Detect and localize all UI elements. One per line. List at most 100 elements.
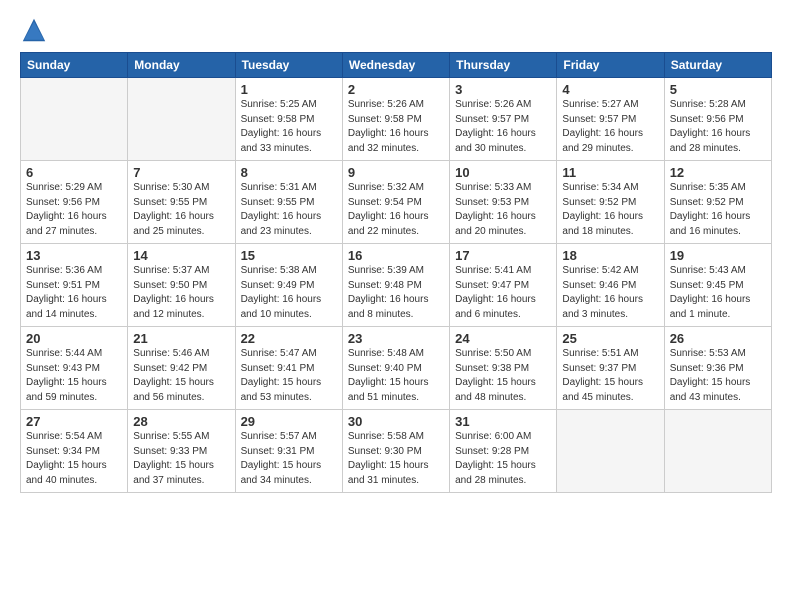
- day-info: Sunrise: 5:33 AM Sunset: 9:53 PM Dayligh…: [455, 181, 551, 239]
- calendar-cell: 8Sunrise: 5:31 AM Sunset: 9:55 PM Daylig…: [235, 161, 342, 244]
- day-number: 21: [133, 331, 229, 346]
- day-info: Sunrise: 5:29 AM Sunset: 9:56 PM Dayligh…: [26, 181, 122, 239]
- calendar-header-tuesday: Tuesday: [235, 53, 342, 78]
- calendar-table: SundayMondayTuesdayWednesdayThursdayFrid…: [20, 52, 772, 493]
- day-number: 2: [348, 82, 444, 97]
- day-info: Sunrise: 5:43 AM Sunset: 9:45 PM Dayligh…: [670, 264, 766, 322]
- calendar-cell: 26Sunrise: 5:53 AM Sunset: 9:36 PM Dayli…: [664, 327, 771, 410]
- day-info: Sunrise: 5:44 AM Sunset: 9:43 PM Dayligh…: [26, 347, 122, 405]
- calendar-cell: 19Sunrise: 5:43 AM Sunset: 9:45 PM Dayli…: [664, 244, 771, 327]
- day-number: 13: [26, 248, 122, 263]
- day-number: 17: [455, 248, 551, 263]
- calendar-week-3: 13Sunrise: 5:36 AM Sunset: 9:51 PM Dayli…: [21, 244, 772, 327]
- day-number: 12: [670, 165, 766, 180]
- day-number: 1: [241, 82, 337, 97]
- day-number: 15: [241, 248, 337, 263]
- day-info: Sunrise: 5:51 AM Sunset: 9:37 PM Dayligh…: [562, 347, 658, 405]
- day-number: 30: [348, 414, 444, 429]
- day-info: Sunrise: 5:41 AM Sunset: 9:47 PM Dayligh…: [455, 264, 551, 322]
- day-number: 10: [455, 165, 551, 180]
- calendar-week-2: 6Sunrise: 5:29 AM Sunset: 9:56 PM Daylig…: [21, 161, 772, 244]
- day-info: Sunrise: 5:57 AM Sunset: 9:31 PM Dayligh…: [241, 430, 337, 488]
- calendar-cell: 27Sunrise: 5:54 AM Sunset: 9:34 PM Dayli…: [21, 410, 128, 493]
- header: [20, 16, 772, 44]
- day-info: Sunrise: 5:38 AM Sunset: 9:49 PM Dayligh…: [241, 264, 337, 322]
- day-number: 6: [26, 165, 122, 180]
- day-info: Sunrise: 5:27 AM Sunset: 9:57 PM Dayligh…: [562, 98, 658, 156]
- calendar-cell: [664, 410, 771, 493]
- calendar-cell: 28Sunrise: 5:55 AM Sunset: 9:33 PM Dayli…: [128, 410, 235, 493]
- calendar-cell: 14Sunrise: 5:37 AM Sunset: 9:50 PM Dayli…: [128, 244, 235, 327]
- day-info: Sunrise: 5:53 AM Sunset: 9:36 PM Dayligh…: [670, 347, 766, 405]
- day-info: Sunrise: 5:34 AM Sunset: 9:52 PM Dayligh…: [562, 181, 658, 239]
- logo-icon: [20, 16, 48, 44]
- calendar-cell: [128, 78, 235, 161]
- calendar-cell: 16Sunrise: 5:39 AM Sunset: 9:48 PM Dayli…: [342, 244, 449, 327]
- day-number: 19: [670, 248, 766, 263]
- calendar-header-thursday: Thursday: [450, 53, 557, 78]
- calendar-cell: 20Sunrise: 5:44 AM Sunset: 9:43 PM Dayli…: [21, 327, 128, 410]
- day-info: Sunrise: 6:00 AM Sunset: 9:28 PM Dayligh…: [455, 430, 551, 488]
- calendar-cell: 2Sunrise: 5:26 AM Sunset: 9:58 PM Daylig…: [342, 78, 449, 161]
- day-info: Sunrise: 5:35 AM Sunset: 9:52 PM Dayligh…: [670, 181, 766, 239]
- calendar-header-sunday: Sunday: [21, 53, 128, 78]
- calendar-week-1: 1Sunrise: 5:25 AM Sunset: 9:58 PM Daylig…: [21, 78, 772, 161]
- day-number: 11: [562, 165, 658, 180]
- day-number: 24: [455, 331, 551, 346]
- calendar-cell: 18Sunrise: 5:42 AM Sunset: 9:46 PM Dayli…: [557, 244, 664, 327]
- calendar-cell: 23Sunrise: 5:48 AM Sunset: 9:40 PM Dayli…: [342, 327, 449, 410]
- day-number: 5: [670, 82, 766, 97]
- day-info: Sunrise: 5:58 AM Sunset: 9:30 PM Dayligh…: [348, 430, 444, 488]
- calendar-cell: 24Sunrise: 5:50 AM Sunset: 9:38 PM Dayli…: [450, 327, 557, 410]
- day-info: Sunrise: 5:50 AM Sunset: 9:38 PM Dayligh…: [455, 347, 551, 405]
- calendar-cell: 25Sunrise: 5:51 AM Sunset: 9:37 PM Dayli…: [557, 327, 664, 410]
- calendar-header-saturday: Saturday: [664, 53, 771, 78]
- day-info: Sunrise: 5:42 AM Sunset: 9:46 PM Dayligh…: [562, 264, 658, 322]
- calendar-cell: 22Sunrise: 5:47 AM Sunset: 9:41 PM Dayli…: [235, 327, 342, 410]
- calendar-header-row: SundayMondayTuesdayWednesdayThursdayFrid…: [21, 53, 772, 78]
- day-number: 8: [241, 165, 337, 180]
- day-number: 22: [241, 331, 337, 346]
- calendar-cell: 4Sunrise: 5:27 AM Sunset: 9:57 PM Daylig…: [557, 78, 664, 161]
- calendar-cell: 5Sunrise: 5:28 AM Sunset: 9:56 PM Daylig…: [664, 78, 771, 161]
- day-info: Sunrise: 5:46 AM Sunset: 9:42 PM Dayligh…: [133, 347, 229, 405]
- day-info: Sunrise: 5:32 AM Sunset: 9:54 PM Dayligh…: [348, 181, 444, 239]
- day-number: 23: [348, 331, 444, 346]
- calendar-cell: [557, 410, 664, 493]
- day-number: 9: [348, 165, 444, 180]
- day-info: Sunrise: 5:36 AM Sunset: 9:51 PM Dayligh…: [26, 264, 122, 322]
- calendar-cell: 11Sunrise: 5:34 AM Sunset: 9:52 PM Dayli…: [557, 161, 664, 244]
- calendar-cell: 13Sunrise: 5:36 AM Sunset: 9:51 PM Dayli…: [21, 244, 128, 327]
- day-info: Sunrise: 5:39 AM Sunset: 9:48 PM Dayligh…: [348, 264, 444, 322]
- day-info: Sunrise: 5:28 AM Sunset: 9:56 PM Dayligh…: [670, 98, 766, 156]
- calendar-cell: 3Sunrise: 5:26 AM Sunset: 9:57 PM Daylig…: [450, 78, 557, 161]
- day-info: Sunrise: 5:26 AM Sunset: 9:58 PM Dayligh…: [348, 98, 444, 156]
- day-number: 16: [348, 248, 444, 263]
- day-number: 18: [562, 248, 658, 263]
- calendar-cell: 9Sunrise: 5:32 AM Sunset: 9:54 PM Daylig…: [342, 161, 449, 244]
- calendar-cell: 29Sunrise: 5:57 AM Sunset: 9:31 PM Dayli…: [235, 410, 342, 493]
- calendar-header-wednesday: Wednesday: [342, 53, 449, 78]
- page: SundayMondayTuesdayWednesdayThursdayFrid…: [0, 0, 792, 612]
- logo: [20, 16, 50, 44]
- calendar-cell: 7Sunrise: 5:30 AM Sunset: 9:55 PM Daylig…: [128, 161, 235, 244]
- calendar-cell: 12Sunrise: 5:35 AM Sunset: 9:52 PM Dayli…: [664, 161, 771, 244]
- day-info: Sunrise: 5:30 AM Sunset: 9:55 PM Dayligh…: [133, 181, 229, 239]
- calendar-week-4: 20Sunrise: 5:44 AM Sunset: 9:43 PM Dayli…: [21, 327, 772, 410]
- day-info: Sunrise: 5:31 AM Sunset: 9:55 PM Dayligh…: [241, 181, 337, 239]
- calendar-week-5: 27Sunrise: 5:54 AM Sunset: 9:34 PM Dayli…: [21, 410, 772, 493]
- day-number: 20: [26, 331, 122, 346]
- day-number: 31: [455, 414, 551, 429]
- calendar-cell: 10Sunrise: 5:33 AM Sunset: 9:53 PM Dayli…: [450, 161, 557, 244]
- calendar-cell: 15Sunrise: 5:38 AM Sunset: 9:49 PM Dayli…: [235, 244, 342, 327]
- calendar-cell: 31Sunrise: 6:00 AM Sunset: 9:28 PM Dayli…: [450, 410, 557, 493]
- day-info: Sunrise: 5:47 AM Sunset: 9:41 PM Dayligh…: [241, 347, 337, 405]
- day-number: 27: [26, 414, 122, 429]
- day-number: 7: [133, 165, 229, 180]
- day-info: Sunrise: 5:48 AM Sunset: 9:40 PM Dayligh…: [348, 347, 444, 405]
- day-number: 14: [133, 248, 229, 263]
- calendar-cell: 21Sunrise: 5:46 AM Sunset: 9:42 PM Dayli…: [128, 327, 235, 410]
- calendar-cell: 6Sunrise: 5:29 AM Sunset: 9:56 PM Daylig…: [21, 161, 128, 244]
- day-info: Sunrise: 5:37 AM Sunset: 9:50 PM Dayligh…: [133, 264, 229, 322]
- day-info: Sunrise: 5:55 AM Sunset: 9:33 PM Dayligh…: [133, 430, 229, 488]
